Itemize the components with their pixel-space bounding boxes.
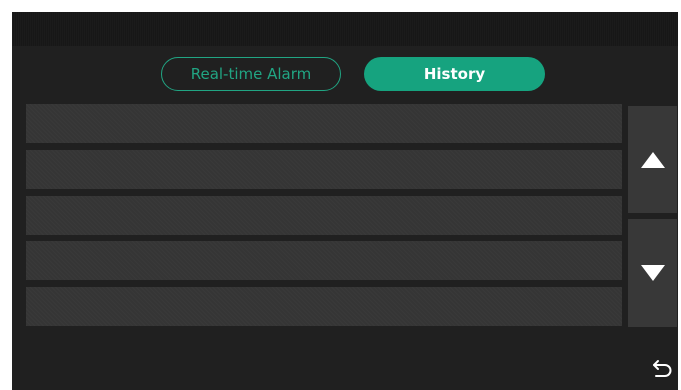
return-arrow-icon [653, 360, 672, 377]
scroll-down-button[interactable] [628, 219, 677, 327]
screen: Real-time Alarm History [12, 12, 678, 390]
status-bar [12, 12, 678, 46]
tab-history[interactable]: History [364, 57, 545, 91]
triangle-up-icon [640, 151, 665, 168]
tab-history-label: History [423, 65, 486, 83]
list-item[interactable] [26, 104, 622, 143]
triangle-down-icon [640, 265, 665, 281]
list-item[interactable] [26, 287, 622, 326]
tab-realtime-alarm[interactable]: Real-time Alarm [161, 57, 341, 91]
scroll-up-button[interactable] [628, 106, 677, 213]
list-item[interactable] [26, 241, 622, 280]
tab-realtime-alarm-label: Real-time Alarm [190, 65, 312, 83]
list-item[interactable] [26, 150, 622, 189]
back-button[interactable] [648, 356, 676, 382]
list-item[interactable] [26, 196, 622, 235]
